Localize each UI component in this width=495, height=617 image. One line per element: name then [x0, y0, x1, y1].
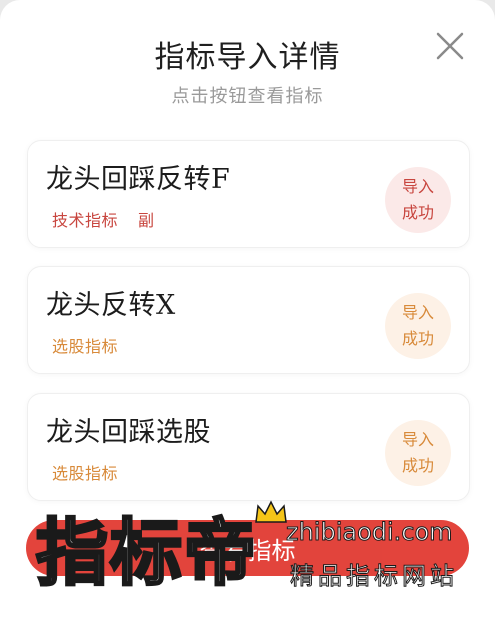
- watermark-slogan: 精品指标网站: [290, 562, 458, 591]
- import-details-dialog: 指标导入详情 点击按钮查看指标 龙头回踩反转F 技术指标 副 导入 成功 龙头反…: [0, 0, 495, 617]
- import-success-badge: 导入 成功: [385, 293, 451, 359]
- import-success-badge: 导入 成功: [385, 167, 451, 233]
- badge-line2: 成功: [401, 456, 434, 475]
- indicator-type-tag: 选股指标: [52, 337, 119, 356]
- close-icon[interactable]: [432, 28, 468, 64]
- indicator-card[interactable]: 龙头回踩选股 选股指标 导入 成功: [27, 393, 470, 501]
- indicator-card[interactable]: 龙头反转X 选股指标 导入 成功: [27, 266, 470, 374]
- badge-line1: 导入: [401, 177, 434, 196]
- indicator-name: 龙头回踩反转F: [46, 164, 231, 195]
- badge-line1: 导入: [401, 430, 434, 449]
- watermark-url: zhibiaodi.com: [286, 518, 454, 547]
- indicator-subtype-tag: 副: [138, 211, 155, 230]
- badge-line2: 成功: [401, 203, 434, 222]
- dialog-title: 指标导入详情: [154, 40, 341, 75]
- dialog-subtitle: 点击按钮查看指标: [171, 86, 324, 107]
- import-success-badge: 导入 成功: [385, 420, 451, 486]
- indicator-type-tag: 选股指标: [52, 464, 119, 483]
- indicator-card[interactable]: 龙头回踩反转F 技术指标 副 导入 成功: [27, 140, 470, 248]
- watermark-brand: 指标帝: [34, 510, 259, 597]
- badge-line2: 成功: [401, 329, 434, 348]
- crown-icon: [255, 500, 287, 523]
- badge-line1: 导入: [401, 303, 434, 322]
- indicator-name: 龙头回踩选股: [46, 417, 211, 448]
- indicator-type-tag: 技术指标: [52, 211, 119, 230]
- indicator-name: 龙头反转X: [46, 290, 176, 321]
